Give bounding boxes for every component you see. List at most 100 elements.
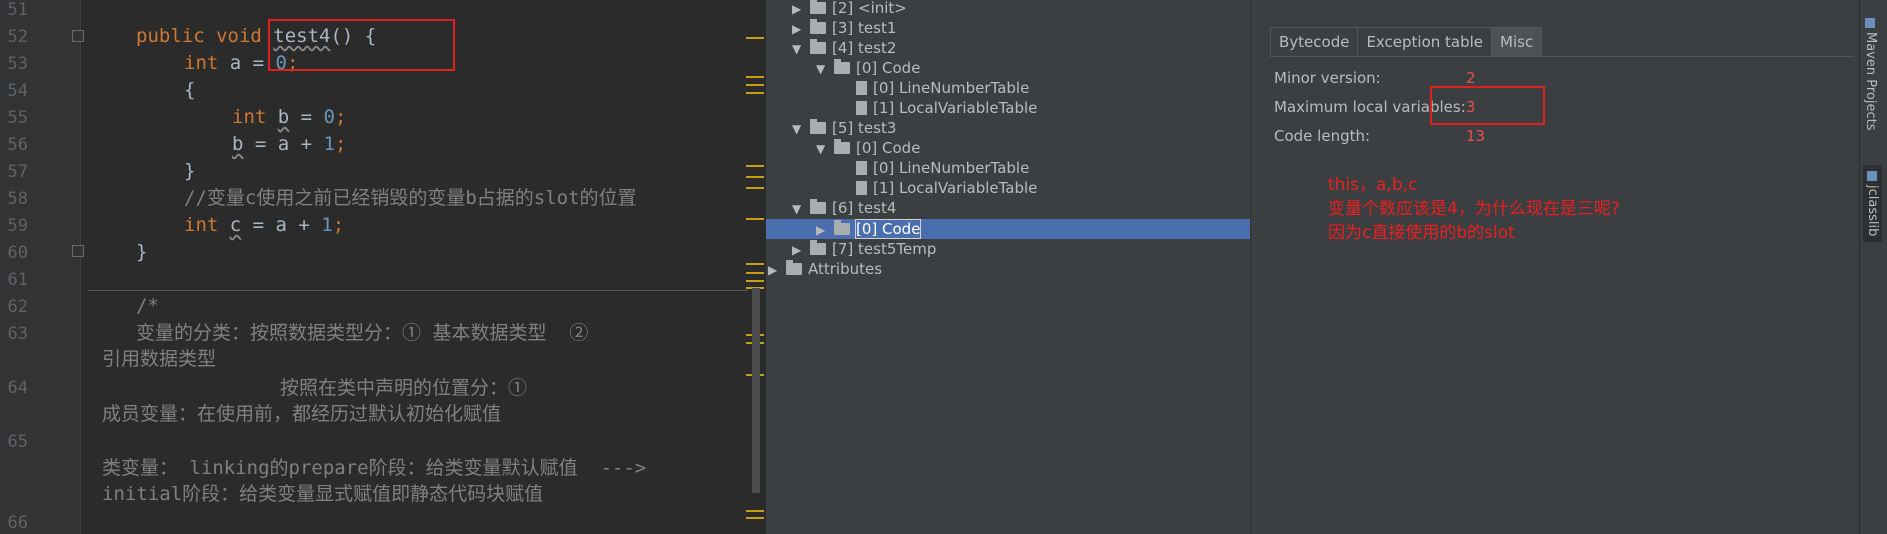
folder-icon bbox=[810, 199, 826, 214]
tree-node-test3[interactable]: ▼ [5] test3 bbox=[792, 118, 896, 138]
tab-misc[interactable]: Misc bbox=[1491, 27, 1543, 57]
keyword: public void bbox=[136, 25, 274, 47]
editor-scrollbar[interactable] bbox=[752, 288, 760, 493]
folder-icon bbox=[810, 119, 826, 134]
error-stripe-mark[interactable] bbox=[746, 76, 764, 78]
tree-node-test2-code[interactable]: ▼ [0] Code bbox=[816, 58, 920, 78]
code-line-60[interactable]: } bbox=[136, 241, 147, 263]
tree-node-test2-linenumbertable[interactable]: [0] LineNumberTable bbox=[852, 78, 1029, 98]
code-length-label: Code length: bbox=[1274, 127, 1371, 145]
error-stripe-mark[interactable] bbox=[746, 165, 764, 167]
line-number: 54 bbox=[7, 81, 28, 101]
tree-node-test2-localvariabletable[interactable]: [1] LocalVariableTable bbox=[852, 98, 1037, 118]
expand-arrow-icon[interactable]: ▶ bbox=[768, 260, 782, 280]
file-icon bbox=[856, 81, 867, 95]
line-number: 55 bbox=[7, 108, 28, 128]
comment-line-65b[interactable]: initial阶段：给类变量显式赋值即静态代码块赋值 bbox=[102, 483, 543, 505]
number-literal: 0 bbox=[323, 106, 335, 128]
class-structure-tree[interactable]: ▶ [2] <init> ▶ [3] test1 ▼ [4] test2 ▼ [0] C… bbox=[766, 0, 1250, 534]
comment-line-64a[interactable]: 按照在类中声明的位置分：① bbox=[280, 377, 527, 399]
tree-node-test5temp[interactable]: ▶ [7] test5Temp bbox=[792, 239, 936, 259]
tree-node-test2[interactable]: ▼ [4] test2 bbox=[792, 38, 896, 58]
line-number: 64 bbox=[7, 378, 28, 398]
tree-node-label: [5] test3 bbox=[832, 119, 897, 137]
detail-tabs: Bytecode Exception table Misc bbox=[1270, 27, 1543, 57]
variable: b bbox=[232, 133, 244, 155]
tree-node-test3-localvariabletable[interactable]: [1] LocalVariableTable bbox=[852, 178, 1037, 198]
code-line-57[interactable]: } bbox=[184, 160, 195, 182]
comment-line-63a[interactable]: 变量的分类：按照数据类型分：① 基本数据类型 ② bbox=[136, 322, 588, 344]
code-editor[interactable]: 51 52 53 54 55 56 57 58 59 60 61 62 63 6… bbox=[0, 0, 766, 534]
error-stripe-mark[interactable] bbox=[746, 272, 764, 274]
number-literal: 1 bbox=[323, 133, 335, 155]
tab-exception-table[interactable]: Exception table bbox=[1357, 27, 1492, 57]
code-line-54[interactable]: { bbox=[184, 79, 195, 101]
folder-icon bbox=[834, 139, 850, 154]
tree-node-test1[interactable]: ▶ [3] test1 bbox=[792, 18, 896, 38]
fold-toggle-icon[interactable] bbox=[72, 245, 84, 257]
annotation-note: 变量个数应该是4，为什么现在是三呢? bbox=[1328, 199, 1620, 219]
error-stripe-mark[interactable] bbox=[746, 92, 764, 94]
code-line-59[interactable]: int c = a + 1; bbox=[184, 214, 344, 236]
comment-line-65a[interactable]: 类变量： linking的prepare阶段：给类变量默认赋值 ---> bbox=[102, 457, 646, 479]
line-number: 56 bbox=[7, 135, 28, 155]
tree-node-test3-code[interactable]: ▼ [0] Code bbox=[816, 138, 920, 158]
error-stripe-mark[interactable] bbox=[746, 517, 764, 519]
line-number: 53 bbox=[7, 54, 28, 74]
line-number: 57 bbox=[7, 162, 28, 182]
folder-icon bbox=[810, 19, 826, 34]
expand-arrow-icon[interactable]: ▶ bbox=[792, 19, 806, 39]
tab-bytecode[interactable]: Bytecode bbox=[1270, 27, 1358, 57]
collapse-arrow-icon[interactable]: ▼ bbox=[792, 39, 806, 59]
keyword: int bbox=[232, 106, 278, 128]
folder-icon bbox=[834, 59, 850, 74]
error-stripe-mark[interactable] bbox=[746, 37, 764, 39]
tree-node-attributes[interactable]: ▶ Attributes bbox=[768, 259, 882, 279]
comment-line-64b[interactable]: 成员变量：在使用前，都经历过默认初始化赋值 bbox=[102, 403, 501, 425]
collapse-arrow-icon[interactable]: ▼ bbox=[816, 139, 830, 159]
semicolon: ; bbox=[334, 133, 347, 155]
error-stripe-mark[interactable] bbox=[746, 510, 764, 512]
error-stripe-mark[interactable] bbox=[746, 176, 764, 178]
tree-node-init[interactable]: ▶ [2] <init> bbox=[792, 0, 907, 18]
tree-node-test3-linenumbertable[interactable]: [0] LineNumberTable bbox=[852, 158, 1029, 178]
code-text: = bbox=[289, 106, 324, 128]
code-comment-line-58[interactable]: //变量c使用之前已经销毁的变量b占据的slot的位置 bbox=[184, 187, 637, 209]
collapse-arrow-icon[interactable]: ▼ bbox=[816, 59, 830, 79]
error-stripe-mark[interactable] bbox=[746, 84, 764, 86]
collapse-arrow-icon[interactable]: ▼ bbox=[792, 199, 806, 219]
maven-projects-tab[interactable]: Maven Projects bbox=[1863, 18, 1878, 131]
folder-icon bbox=[810, 39, 826, 54]
tree-node-label: [0] LineNumberTable bbox=[873, 159, 1030, 177]
tab-underline bbox=[1270, 56, 1854, 57]
maven-icon bbox=[1865, 18, 1875, 28]
error-stripe-mark[interactable] bbox=[746, 187, 764, 189]
expand-arrow-icon[interactable]: ▶ bbox=[816, 220, 830, 240]
error-stripe-mark[interactable] bbox=[746, 263, 764, 265]
comment-line-63b[interactable]: 引用数据类型 bbox=[102, 348, 216, 370]
tree-node-test4[interactable]: ▼ [6] test4 bbox=[792, 198, 896, 218]
jclasslib-tab[interactable]: jclasslib bbox=[1863, 165, 1882, 243]
code-line-56[interactable]: b = a + 1; bbox=[232, 133, 346, 155]
code-line-55[interactable]: int b = 0; bbox=[232, 106, 346, 128]
number-literal: 1 bbox=[321, 214, 333, 236]
tree-node-label: [1] LocalVariableTable bbox=[873, 99, 1038, 117]
right-tool-strip: Maven Projects jclasslib bbox=[1859, 0, 1887, 534]
comment-line-62[interactable]: /* bbox=[136, 295, 159, 317]
variable: b bbox=[277, 106, 290, 128]
folder-icon bbox=[834, 220, 850, 235]
expand-arrow-icon[interactable]: ▶ bbox=[792, 0, 806, 19]
tree-node-label: [0] LineNumberTable bbox=[873, 79, 1030, 97]
tree-node-test4-code-selected[interactable]: ▶ [0] Code bbox=[816, 219, 922, 240]
line-number: 65 bbox=[7, 432, 28, 452]
tree-node-label: [4] test2 bbox=[832, 39, 897, 57]
error-stripe-mark[interactable] bbox=[746, 218, 764, 220]
semicolon: ; bbox=[332, 214, 345, 236]
expand-arrow-icon[interactable]: ▶ bbox=[792, 240, 806, 260]
annotation-note: this，a,b,c bbox=[1328, 175, 1418, 195]
line-number-gutter: 51 52 53 54 55 56 57 58 59 60 61 62 63 6… bbox=[0, 0, 84, 534]
error-stripe-mark[interactable] bbox=[746, 280, 764, 282]
tree-node-label: [6] test4 bbox=[832, 199, 897, 217]
collapse-arrow-icon[interactable]: ▼ bbox=[792, 119, 806, 139]
fold-toggle-icon[interactable] bbox=[72, 30, 84, 42]
